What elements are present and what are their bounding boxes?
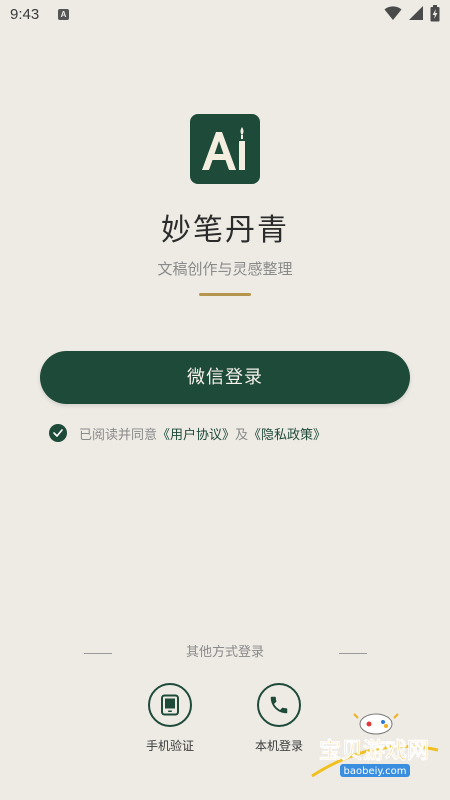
watermark-url: baobeiy.com bbox=[344, 766, 407, 777]
agreement-joiner: 及 bbox=[235, 427, 249, 443]
wifi-icon bbox=[384, 5, 402, 25]
agreement-row: 已阅读并同意 《用户协议》 及 《隐私政策》 bbox=[49, 423, 326, 443]
wechat-login-button[interactable]: 微信登录 bbox=[40, 351, 410, 404]
phone-icon bbox=[270, 696, 288, 714]
other-login-heading-row: 其他方式登录 bbox=[0, 643, 450, 663]
tablet-icon bbox=[161, 694, 179, 716]
status-icons bbox=[384, 4, 440, 26]
phone-verify-button[interactable] bbox=[148, 683, 192, 727]
watermark-logo-icon: 宝贝游戏网 baobeiy.com bbox=[311, 713, 439, 778]
agreement-checkbox[interactable] bbox=[49, 424, 67, 442]
phone-verify-label: 手机验证 bbox=[145, 739, 194, 753]
agreement-prefix: 已阅读并同意 bbox=[79, 427, 158, 443]
app-subtitle: 文稿创作与灵感整理 bbox=[157, 260, 293, 278]
status-time: 9:43 bbox=[10, 6, 40, 23]
privacy-policy-link[interactable]: 《隐私政策》 bbox=[248, 424, 326, 443]
watermark-name: 宝贝游戏网 bbox=[319, 738, 429, 764]
phone-verify-option[interactable]: 手机验证 bbox=[130, 683, 210, 754]
notification-app-icon: A bbox=[58, 9, 69, 20]
other-login-heading: 其他方式登录 bbox=[185, 645, 264, 660]
local-login-button[interactable] bbox=[257, 683, 301, 727]
divider-line-right bbox=[339, 653, 367, 654]
ai-pen-logo-icon bbox=[202, 127, 245, 170]
site-watermark: 宝贝游戏网 baobeiy.com bbox=[304, 706, 444, 786]
app-title: 妙笔丹青 bbox=[161, 213, 289, 248]
status-bar: 9:43 A bbox=[0, 0, 450, 32]
user-agreement-link[interactable]: 《用户协议》 bbox=[157, 424, 235, 443]
battery-charging-icon bbox=[430, 4, 440, 26]
app-logo bbox=[190, 114, 260, 184]
title-divider bbox=[199, 293, 251, 296]
signal-icon bbox=[408, 5, 424, 25]
check-icon bbox=[53, 429, 63, 437]
